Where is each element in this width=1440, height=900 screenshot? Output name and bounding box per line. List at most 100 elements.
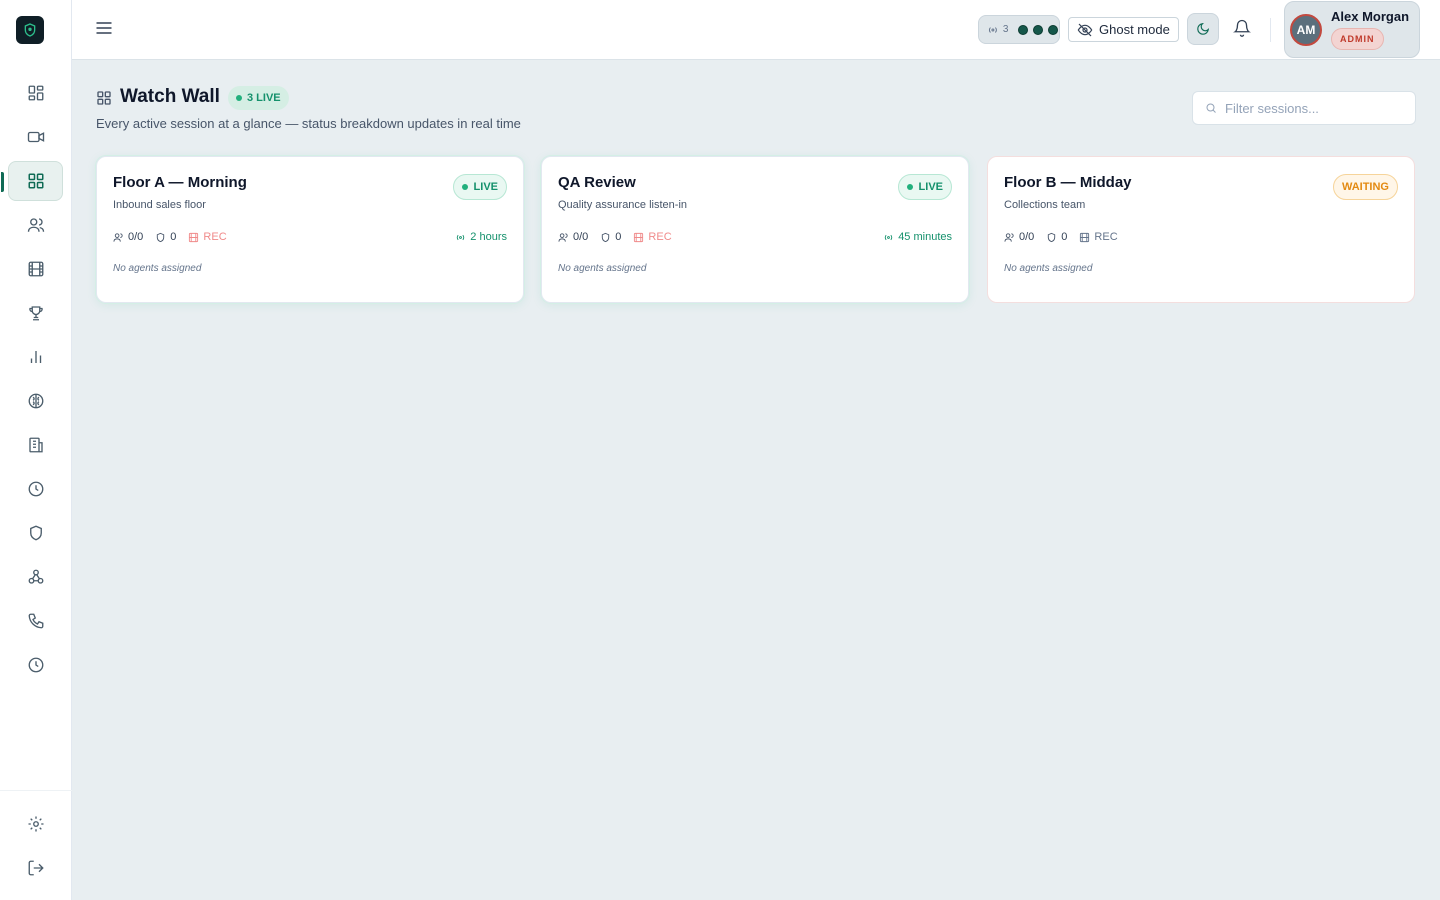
dashboard-icon [28,85,43,101]
flags-metric: 0 [600,231,621,243]
avatar: AM [1290,14,1322,46]
session-metrics: 0/0 0 REC [558,231,684,243]
flags-metric: 0 [1046,231,1067,243]
ghost-mode-button[interactable]: Ghost mode [1068,17,1179,42]
agents-count: 0/0 [573,231,589,243]
filter-field[interactable] [1192,91,1416,125]
film-icon [1080,232,1090,242]
shield-icon [1048,232,1056,242]
live-count-badge: 3 LIVE [228,86,289,110]
status-dot [906,184,913,190]
user-name: Alex Morgan [1331,9,1410,24]
session-description: Collections team [1004,199,1086,211]
status-badge: LIVE [452,174,507,200]
agents-metric: 0/0 [113,231,143,243]
film-icon [28,261,43,277]
session-duration: 2 hours [455,231,507,243]
rec-label: REC [1094,231,1118,243]
brain-icon [28,393,43,409]
session-card[interactable]: Floor A — Morning Inbound sales floor LI… [96,156,524,303]
grid-icon [28,173,43,189]
agents-count: 0/0 [128,231,144,243]
status-label: WAITING [1341,181,1389,193]
agent-assignment: No agents assigned [113,263,202,274]
presence-dot [1033,24,1044,35]
agent-assignment: No agents assigned [1004,263,1093,274]
flags-count: 0 [170,231,177,243]
ghost-mode-label: Ghost mode [1099,22,1170,37]
flags-count: 0 [615,231,622,243]
topbar: 3 Ghost mode AM Alex Morgan ADMIN [72,0,1440,60]
shield-logo-icon [24,23,36,37]
duration-label: 2 hours [470,231,507,243]
users-icon [113,232,123,242]
rec-label: REC [648,231,672,243]
user-menu[interactable]: AM Alex Morgan ADMIN [1284,1,1420,58]
nav-watch-wall[interactable] [1,161,63,201]
session-title: Floor A — Morning [113,174,247,191]
agent-assignment: No agents assigned [558,263,647,274]
nav-security[interactable] [8,513,63,553]
search-icon [1206,103,1216,113]
live-count-label: 3 LIVE [247,92,281,104]
nav-organization[interactable] [8,425,63,465]
duration-label: 45 minutes [898,231,952,243]
session-description: Quality assurance listen-in [558,199,688,211]
shield-icon [602,232,610,242]
nav-schedule[interactable] [8,469,63,509]
status-label: LIVE [473,181,498,193]
phone-icon [28,613,43,629]
nav-history[interactable] [8,645,63,685]
hamburger-icon [96,22,112,34]
presence-dot [1018,24,1029,35]
agents-metric: 0/0 [558,231,588,243]
building-icon [28,437,43,453]
session-metrics: 0/0 0 REC [113,231,239,243]
topbar-divider [1270,18,1271,42]
logout-icon [28,860,44,876]
status-badge: LIVE [897,174,952,200]
session-card[interactable]: QA Review Quality assurance listen-in LI… [541,156,969,303]
rec-metric: REC [188,231,227,243]
session-title: QA Review [558,174,636,191]
nav-recordings[interactable] [8,249,63,289]
nav-leaderboard[interactable] [8,293,63,333]
users-icon [558,232,568,242]
live-dot [236,95,242,101]
nav-calls[interactable] [8,601,63,641]
status-dot [461,184,468,190]
nav-video[interactable] [8,117,63,157]
filter-input[interactable] [1225,100,1405,116]
trophy-icon [28,306,43,321]
gear-icon [28,816,43,832]
nav-settings[interactable] [8,804,63,844]
status-label: LIVE [918,181,943,193]
shield-icon [29,525,42,541]
app-logo[interactable] [16,16,44,44]
theme-toggle-button[interactable] [1187,13,1219,45]
nav-users[interactable] [8,205,63,245]
sidebar [0,0,72,900]
session-card[interactable]: Floor B — Midday Collections team WAITIN… [987,156,1415,303]
nav-logout[interactable] [8,848,63,888]
clock-icon [28,481,43,497]
nav-ai[interactable] [8,381,63,421]
webhook-icon [28,569,43,584]
eye-off-icon [1077,23,1093,36]
session-duration: 45 minutes [883,231,952,243]
broadcast-icon [457,234,465,240]
nav-webhooks[interactable] [8,557,63,597]
film-icon [634,232,644,242]
menu-toggle-button[interactable] [94,18,114,38]
bell-icon [1233,19,1251,37]
presence-indicator[interactable]: 3 [978,15,1060,44]
nav-dashboard[interactable] [8,73,63,113]
nav-analytics[interactable] [8,337,63,377]
presence-count: 3 [1002,24,1009,35]
rec-metric: REC [1079,231,1118,243]
page-title: Watch Wall [120,86,220,107]
notifications-button[interactable] [1233,19,1253,39]
flags-metric: 0 [155,231,176,243]
bar-chart-icon [30,351,41,363]
shield-icon [157,232,165,242]
